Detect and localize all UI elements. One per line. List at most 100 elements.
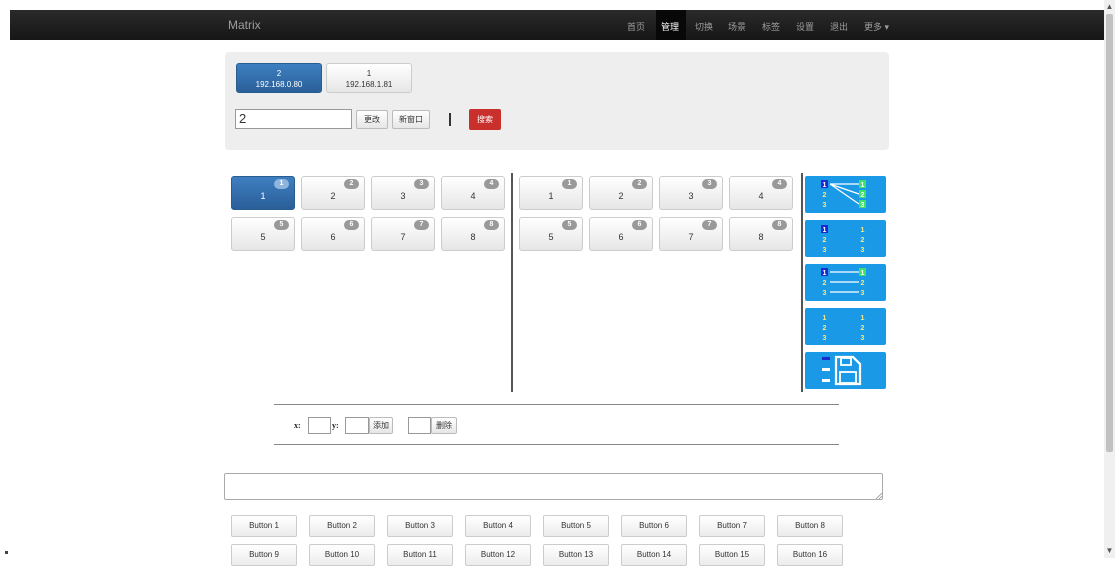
inputs-tile[interactable]: 55: [231, 217, 295, 251]
svg-text:1: 1: [823, 315, 827, 322]
tile-badge: 6: [344, 220, 359, 230]
nav-item-scene[interactable]: 场景: [728, 20, 746, 33]
inputs-tile[interactable]: 66: [301, 217, 365, 251]
y-label: y:: [332, 421, 339, 430]
outputs-tile[interactable]: 77: [659, 217, 723, 251]
one-to-many-routing-button[interactable]: 1 2 3 1 2 3: [805, 176, 886, 213]
save-scene-button[interactable]: [805, 352, 886, 389]
grid-button-12[interactable]: Button 12: [465, 544, 531, 566]
tile-badge: 2: [632, 179, 647, 189]
outputs-tile[interactable]: 33: [659, 176, 723, 210]
tile-badge: 1: [274, 179, 289, 189]
scroll-down-icon[interactable]: ▼: [1105, 546, 1114, 556]
tile-badge: 4: [484, 179, 499, 189]
tile-badge: 5: [274, 220, 289, 230]
grid-button-5[interactable]: Button 5: [543, 515, 609, 537]
grid-button-7[interactable]: Button 7: [699, 515, 765, 537]
scroll-up-icon[interactable]: ▲: [1105, 2, 1114, 12]
command-textarea[interactable]: [224, 473, 883, 500]
svg-text:3: 3: [823, 247, 827, 254]
nav-item-settings[interactable]: 设置: [796, 20, 814, 33]
scrollbar-thumb[interactable]: [1106, 14, 1113, 452]
grid-button-6[interactable]: Button 6: [621, 515, 687, 537]
nav-item-switch[interactable]: 切换: [695, 20, 713, 33]
grid-button-3[interactable]: Button 3: [387, 515, 453, 537]
device-name-input[interactable]: 2: [235, 109, 352, 129]
svg-text:1: 1: [861, 227, 865, 234]
device-button-1[interactable]: 1 192.168.1.81: [326, 63, 412, 93]
nav-item-label[interactable]: 标签: [762, 20, 780, 33]
tile-badge: 2: [344, 179, 359, 189]
one-to-one-routing-icon: 1 2 3 1 2 3: [821, 268, 866, 297]
outputs-tile[interactable]: 55: [519, 217, 583, 251]
outputs-tile[interactable]: 88: [729, 217, 793, 251]
delete-button[interactable]: 删除: [431, 417, 457, 434]
tile-badge: 7: [702, 220, 717, 230]
svg-text:1: 1: [861, 182, 865, 189]
delete-index-input[interactable]: [408, 417, 431, 434]
svg-text:1: 1: [861, 270, 865, 277]
resize-grip-icon[interactable]: [876, 493, 882, 499]
rename-button[interactable]: 更改: [356, 110, 388, 129]
brand-logo[interactable]: Matrix: [228, 18, 261, 32]
add-button[interactable]: 添加: [369, 417, 393, 434]
grid-button-8[interactable]: Button 8: [777, 515, 843, 537]
grid-button-10[interactable]: Button 10: [309, 544, 375, 566]
grid-button-15[interactable]: Button 15: [699, 544, 765, 566]
numbered-grid-icon: 1 2 3 1 2 3: [823, 315, 865, 342]
inputs-tile[interactable]: 33: [371, 176, 435, 210]
svg-text:2: 2: [823, 192, 827, 199]
grid-button-13[interactable]: Button 13: [543, 544, 609, 566]
svg-text:1: 1: [823, 182, 827, 189]
save-scene-icon: [822, 355, 862, 386]
svg-text:3: 3: [823, 202, 827, 209]
svg-text:2: 2: [861, 280, 865, 287]
grid-button-9[interactable]: Button 9: [231, 544, 297, 566]
nav-item-home[interactable]: 首页: [627, 20, 645, 33]
svg-text:3: 3: [823, 335, 827, 342]
x-input[interactable]: [308, 417, 331, 434]
y-input[interactable]: [345, 417, 369, 434]
svg-text:3: 3: [861, 247, 865, 254]
grid-divider: [511, 173, 513, 392]
nav-item-logout[interactable]: 退出: [830, 20, 848, 33]
nav-item-more[interactable]: 更多 ▾: [864, 20, 889, 33]
divider-line: [274, 404, 839, 405]
grid-button-2[interactable]: Button 2: [309, 515, 375, 537]
inputs-tile[interactable]: 77: [371, 217, 435, 251]
svg-text:3: 3: [861, 202, 865, 209]
outputs-tile[interactable]: 44: [729, 176, 793, 210]
svg-text:2: 2: [823, 280, 827, 287]
grid-button-1[interactable]: Button 1: [231, 515, 297, 537]
one-to-one-routing-button[interactable]: 1 2 3 1 2 3: [805, 264, 886, 301]
svg-text:2: 2: [861, 237, 865, 244]
separator: [449, 113, 451, 126]
svg-text:2: 2: [861, 325, 865, 332]
device-button-2[interactable]: 2 192.168.0.80: [236, 63, 322, 93]
inputs-tile[interactable]: 88: [441, 217, 505, 251]
grid-button-11[interactable]: Button 11: [387, 544, 453, 566]
inputs-tile[interactable]: 22: [301, 176, 365, 210]
nav-item-manage[interactable]: 管理: [661, 20, 680, 33]
inputs-tile[interactable]: 11: [231, 176, 295, 210]
grid-button-14[interactable]: Button 14: [621, 544, 687, 566]
outputs-tile[interactable]: 11: [519, 176, 583, 210]
device-ip: 192.168.1.81: [345, 80, 393, 89]
numbered-grid-button[interactable]: 1 2 3 1 2 3: [805, 308, 886, 345]
grid-divider: [801, 173, 803, 392]
divider-line: [274, 444, 839, 445]
tile-badge: 8: [484, 220, 499, 230]
outputs-tile[interactable]: 22: [589, 176, 653, 210]
grid-button-4[interactable]: Button 4: [465, 515, 531, 537]
clear-routing-button[interactable]: 1 2 3 1 2 3: [805, 220, 886, 257]
search-button[interactable]: 搜索: [469, 109, 501, 130]
new-window-button[interactable]: 新窗口: [392, 110, 430, 129]
outputs-tile[interactable]: 66: [589, 217, 653, 251]
svg-text:3: 3: [861, 290, 865, 297]
inputs-tile[interactable]: 44: [441, 176, 505, 210]
tile-badge: 3: [702, 179, 717, 189]
tile-badge: 8: [772, 220, 787, 230]
grid-button-16[interactable]: Button 16: [777, 544, 843, 566]
clear-routing-icon: 1 2 3 1 2 3: [821, 225, 865, 254]
svg-text:1: 1: [823, 270, 827, 277]
